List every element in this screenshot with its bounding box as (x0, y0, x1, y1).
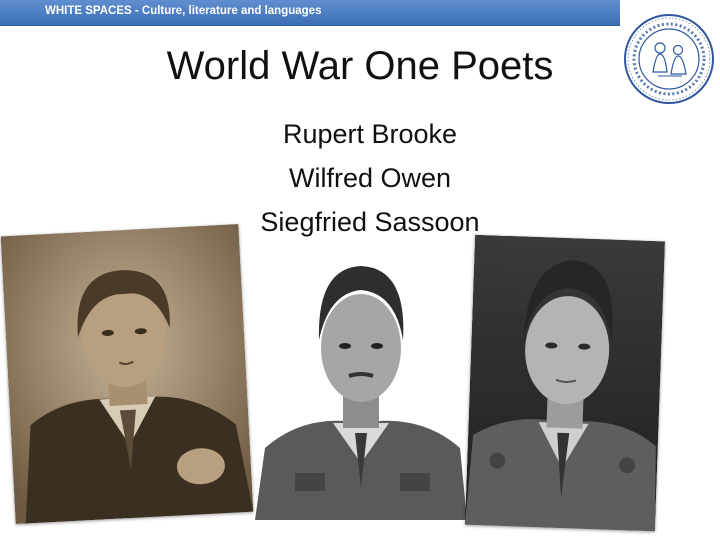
poet-name-brooke: Rupert Brooke (282, 119, 458, 149)
poet-list: Rupert Brooke Wilfred Owen Siegfried Sas… (220, 112, 520, 244)
slide-title: World War One Poets (166, 44, 554, 88)
poet-name-owen: Wilfred Owen (288, 163, 452, 193)
header-subtitle: WHITE SPACES - Culture, literature and l… (45, 5, 322, 17)
photo-rupert-brooke (0, 223, 254, 525)
photo-siegfried-sassoon (464, 234, 666, 532)
header-bar: WHITE SPACES - Culture, literature and l… (0, 0, 620, 26)
photo-wilfred-owen (255, 248, 467, 520)
